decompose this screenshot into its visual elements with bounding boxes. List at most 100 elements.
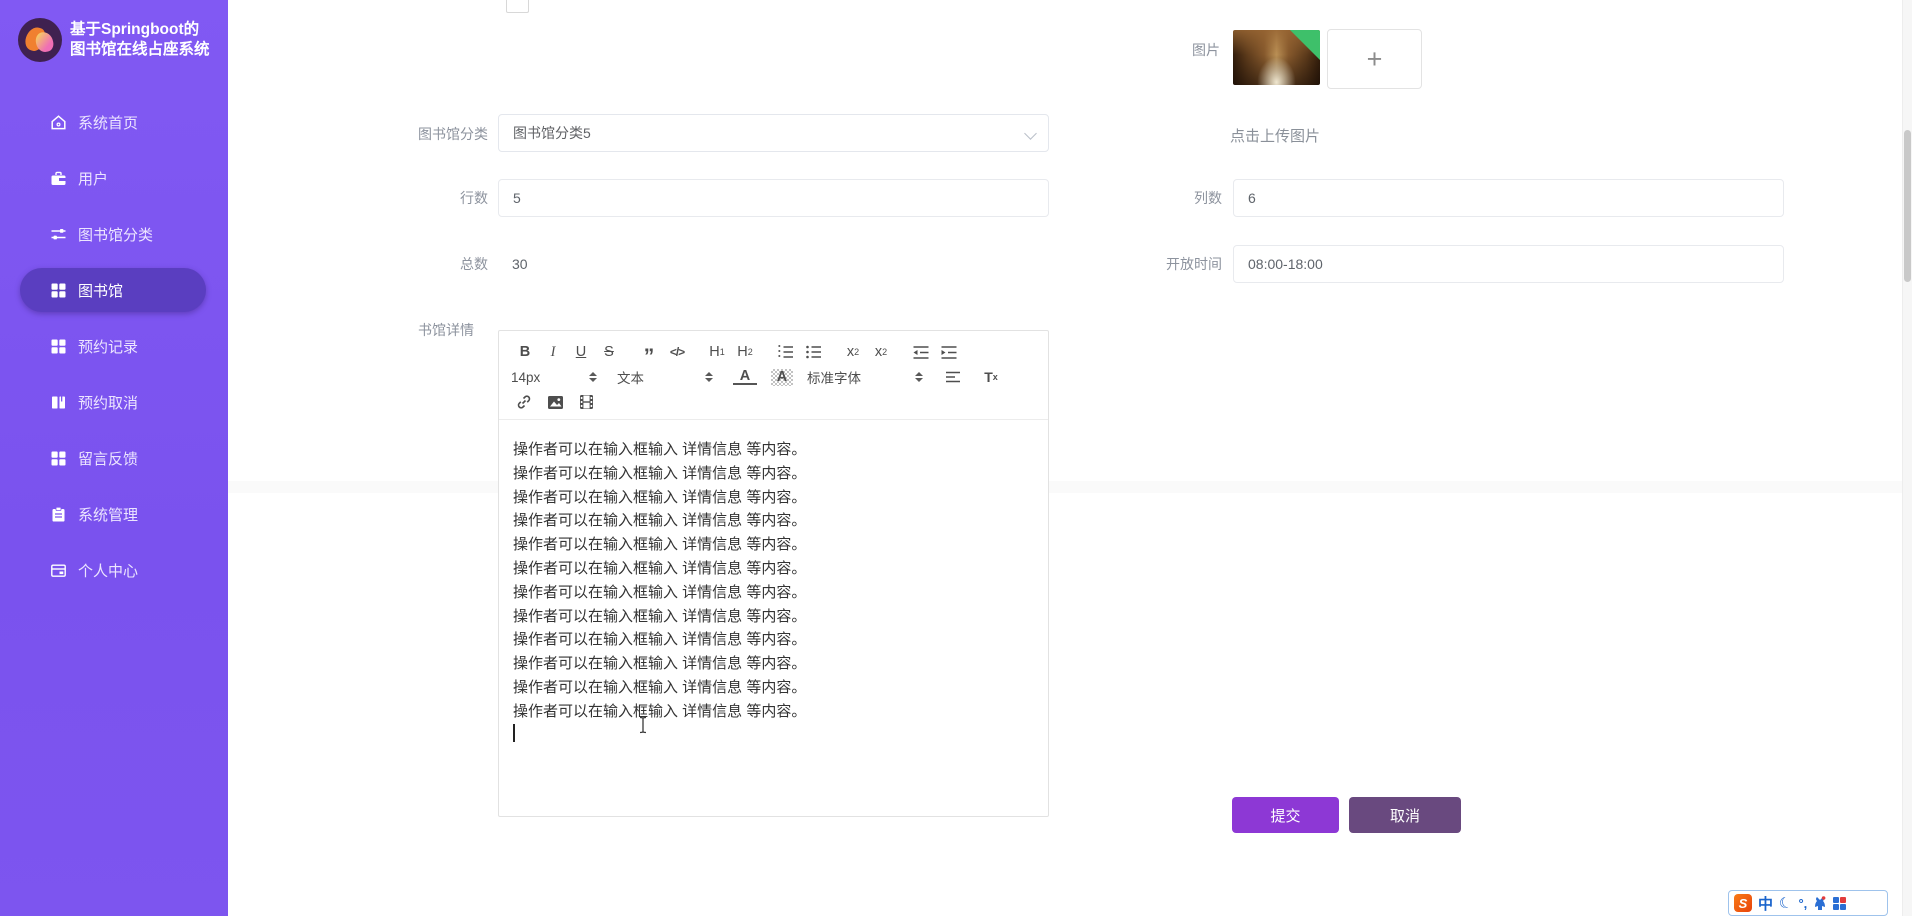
sidebar-item-label: 系统首页 bbox=[78, 114, 139, 132]
grid-icon bbox=[51, 339, 66, 353]
sidebar-item-personal-center[interactable]: 个人中心 bbox=[0, 542, 228, 598]
app-title-line2: 图书馆在线占座系统 bbox=[70, 41, 210, 58]
grid-icon bbox=[51, 451, 66, 465]
editor-line: 操作者可以在输入框输入 详情信息 等内容。 bbox=[513, 512, 807, 530]
clipboard-icon bbox=[52, 506, 65, 521]
sidebar-item-library[interactable]: 图书馆 bbox=[0, 262, 228, 318]
sidebar-item-home[interactable]: 系统首页 bbox=[0, 94, 228, 150]
submit-button[interactable]: 提交 bbox=[1232, 797, 1339, 833]
editor-line: 操作者可以在输入框输入 详情信息 等内容。 bbox=[513, 488, 807, 506]
editor-line: 操作者可以在输入框输入 详情信息 等内容。 bbox=[513, 702, 807, 720]
sidebar-item-feedback[interactable]: 留言反馈 bbox=[0, 430, 228, 486]
paragraph-type-select[interactable]: 文本 bbox=[617, 368, 713, 386]
toolbox-icon[interactable] bbox=[1833, 896, 1847, 910]
strikethrough-button[interactable]: S bbox=[595, 343, 623, 361]
video-icon bbox=[579, 395, 593, 409]
bold-button[interactable]: B bbox=[511, 343, 539, 361]
ordered-list-icon bbox=[778, 345, 793, 358]
ibeam-cursor bbox=[639, 716, 647, 734]
underline-button[interactable]: U bbox=[567, 343, 595, 361]
editor-line: 操作者可以在输入框输入 详情信息 等内容。 bbox=[513, 607, 807, 625]
library-photo-thumbnail[interactable] bbox=[1233, 30, 1320, 85]
upload-hint-text: 点击上传图片 bbox=[1230, 128, 1321, 145]
align-button[interactable] bbox=[939, 368, 967, 386]
superscript-button[interactable]: x2 bbox=[867, 343, 895, 361]
ordered-list-button[interactable] bbox=[771, 343, 799, 361]
sidebar-item-reservation-records[interactable]: 预约记录 bbox=[0, 318, 228, 374]
editor-line: 操作者可以在输入框输入 详情信息 等内容。 bbox=[513, 464, 807, 482]
sliders-icon bbox=[51, 228, 66, 239]
x-glyph: x bbox=[846, 344, 855, 360]
main-content: 图片 + 点击上传图片 图书馆分类 图书馆分类5 行数 列数 总数 30 开放时… bbox=[228, 0, 1912, 916]
punctuation-icon[interactable]: °, bbox=[1798, 896, 1807, 911]
indent-button[interactable] bbox=[935, 343, 963, 361]
outdent-button[interactable] bbox=[907, 343, 935, 361]
heading1-button[interactable]: H1 bbox=[703, 343, 731, 361]
insert-link-button[interactable] bbox=[511, 393, 537, 411]
sidebar-item-label: 图书馆分类 bbox=[78, 226, 154, 244]
app-title: 基于Springboot的 图书馆在线占座系统 bbox=[70, 20, 210, 60]
cancel-button[interactable]: 取消 bbox=[1349, 797, 1461, 833]
sub-n: 2 bbox=[854, 347, 860, 357]
cols-input[interactable] bbox=[1233, 179, 1784, 217]
blockquote-button[interactable]: ” bbox=[635, 343, 663, 367]
upload-image-button[interactable]: + bbox=[1327, 29, 1422, 89]
vertical-scrollbar[interactable] bbox=[1902, 0, 1912, 916]
font-color-button[interactable]: A bbox=[733, 368, 757, 385]
h2-sub: 2 bbox=[747, 347, 753, 357]
sidebar-item-label: 用户 bbox=[78, 170, 109, 188]
sidebar-item-label: 预约记录 bbox=[78, 338, 139, 356]
editor-content-area[interactable]: 操作者可以在输入框输入 详情信息 等内容。 操作者可以在输入框输入 详情信息 等… bbox=[499, 420, 1048, 742]
editor-line: 操作者可以在输入框输入 详情信息 等内容。 bbox=[513, 655, 807, 673]
updown-icon bbox=[589, 372, 597, 382]
app-logo-icon bbox=[18, 18, 62, 62]
sogou-logo-icon[interactable]: S bbox=[1734, 894, 1752, 912]
open-time-input[interactable] bbox=[1233, 245, 1784, 283]
rows-input[interactable] bbox=[498, 179, 1049, 217]
chinese-mode-icon[interactable]: 中 bbox=[1758, 893, 1773, 914]
x-glyph: x bbox=[874, 344, 883, 360]
heading2-button[interactable]: H2 bbox=[731, 343, 759, 361]
image-icon bbox=[547, 395, 563, 409]
category-select[interactable]: 图书馆分类5 bbox=[498, 114, 1049, 152]
text-caret bbox=[513, 724, 515, 742]
briefcase-icon bbox=[51, 171, 66, 185]
font-family-select[interactable]: 标准字体 bbox=[807, 368, 923, 386]
bullet-list-icon bbox=[805, 345, 821, 359]
indent-icon bbox=[941, 345, 957, 359]
home-icon bbox=[51, 114, 66, 129]
sidebar-item-system-management[interactable]: 系统管理 bbox=[0, 486, 228, 542]
outdent-icon bbox=[913, 345, 929, 359]
insert-video-button[interactable] bbox=[573, 393, 599, 411]
paragraph-type-value: 文本 bbox=[617, 371, 644, 386]
sidebar-item-label: 系统管理 bbox=[78, 506, 139, 524]
sidebar: 基于Springboot的 图书馆在线占座系统 系统首页 用户 图书馆分类 图书… bbox=[0, 0, 228, 916]
editor-line: 操作者可以在输入框输入 详情信息 等内容。 bbox=[513, 678, 807, 696]
sidebar-item-label: 图书馆 bbox=[78, 282, 124, 300]
sidebar-item-label: 个人中心 bbox=[78, 562, 139, 580]
skin-icon[interactable] bbox=[1813, 895, 1827, 911]
highlight-color-button[interactable]: A bbox=[771, 368, 793, 386]
updown-icon bbox=[915, 372, 923, 382]
font-family-value: 标准字体 bbox=[807, 371, 861, 386]
row-stripe bbox=[228, 481, 1902, 493]
font-size-select[interactable]: 14px bbox=[511, 368, 597, 386]
subscript-button[interactable]: x2 bbox=[839, 343, 867, 361]
scrollbar-thumb[interactable] bbox=[1904, 130, 1911, 282]
card-icon bbox=[51, 564, 66, 577]
clear-format-button[interactable]: Tx bbox=[977, 368, 1005, 386]
app-screen: 基于Springboot的 图书馆在线占座系统 系统首页 用户 图书馆分类 图书… bbox=[0, 0, 1912, 916]
bullet-list-button[interactable] bbox=[799, 343, 827, 361]
h-glyph: H bbox=[709, 344, 720, 360]
t-glyph: T bbox=[984, 369, 993, 385]
insert-image-button[interactable] bbox=[542, 393, 568, 411]
rich-text-editor: B I U S ” </> H1 H2 x2 x2 14px 文本 A A 标准… bbox=[498, 330, 1049, 817]
sidebar-item-users[interactable]: 用户 bbox=[0, 150, 228, 206]
sidebar-item-library-category[interactable]: 图书馆分类 bbox=[0, 206, 228, 262]
sup-n: 2 bbox=[882, 347, 888, 357]
night-mode-icon[interactable]: ☾ bbox=[1777, 893, 1794, 914]
italic-button[interactable]: I bbox=[539, 343, 567, 361]
code-button[interactable]: </> bbox=[663, 343, 691, 361]
toolbar-row-2: 14px 文本 A A 标准字体 T x bbox=[511, 368, 1038, 386]
sidebar-item-reservation-cancel[interactable]: 预约取消 bbox=[0, 374, 228, 430]
